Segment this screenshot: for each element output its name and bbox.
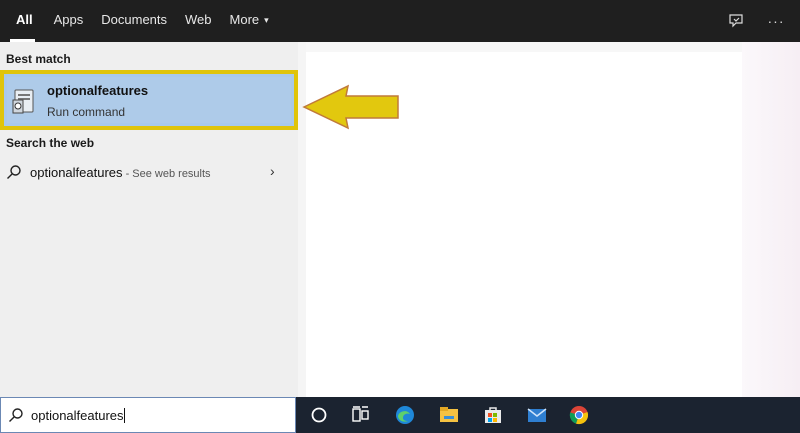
edge-icon[interactable] xyxy=(394,404,416,426)
search-icon xyxy=(6,164,22,185)
search-input[interactable]: optionalfeatures xyxy=(0,397,296,433)
chevron-down-icon: ▾ xyxy=(264,15,269,25)
chrome-icon[interactable] xyxy=(568,404,590,426)
tab-more-label: More xyxy=(229,12,260,27)
search-web-heading: Search the web xyxy=(6,136,95,150)
preview-top-edge xyxy=(306,42,742,52)
chevron-right-icon[interactable]: › xyxy=(270,163,275,179)
best-match-inner: optionalfeatures Run command xyxy=(7,77,291,123)
best-match-subtitle: Run command xyxy=(47,105,126,119)
tab-apps[interactable]: Apps xyxy=(45,0,93,42)
tab-web[interactable]: Web xyxy=(176,0,221,42)
run-command-icon xyxy=(12,86,38,116)
feedback-icon[interactable] xyxy=(726,11,746,31)
search-value: optionalfeatures xyxy=(31,408,124,423)
tab-apps-label: Apps xyxy=(53,12,84,27)
tab-all-label: All xyxy=(16,12,33,27)
cortana-icon[interactable] xyxy=(308,404,330,426)
taskbar: optionalfeatures xyxy=(0,397,800,433)
tab-all[interactable]: All xyxy=(0,0,45,42)
web-query: optionalfeatures xyxy=(30,165,123,180)
tab-documents-label: Documents xyxy=(101,12,168,27)
mail-icon[interactable] xyxy=(526,404,548,426)
best-match-result[interactable]: optionalfeatures Run command xyxy=(0,70,298,130)
store-icon[interactable] xyxy=(482,404,504,426)
preview-edge xyxy=(742,42,800,397)
web-result-row[interactable]: optionalfeatures - See web results › xyxy=(0,158,298,186)
results-panel: Best match optionalfeatures Run command … xyxy=(0,42,298,397)
tab-web-label: Web xyxy=(185,12,212,27)
task-view-icon[interactable] xyxy=(350,404,372,426)
web-result-text: optionalfeatures - See web results xyxy=(30,165,211,180)
more-options-icon[interactable]: ··· xyxy=(766,11,786,31)
best-match-heading: Best match xyxy=(6,52,71,66)
search-header: All Apps Documents Web More ▾ ··· xyxy=(0,0,800,42)
best-match-title: optionalfeatures xyxy=(47,83,149,98)
filter-tabs: All Apps Documents Web More ▾ xyxy=(0,0,278,42)
text-cursor xyxy=(123,408,125,423)
search-input-value: optionalfeatures xyxy=(31,408,125,423)
search-icon xyxy=(8,407,24,428)
web-hint: - See web results xyxy=(122,168,211,180)
tab-documents[interactable]: Documents xyxy=(92,0,176,42)
tab-more[interactable]: More ▾ xyxy=(221,0,278,42)
annotation-arrow-icon xyxy=(302,84,399,130)
file-explorer-icon[interactable] xyxy=(438,404,460,426)
